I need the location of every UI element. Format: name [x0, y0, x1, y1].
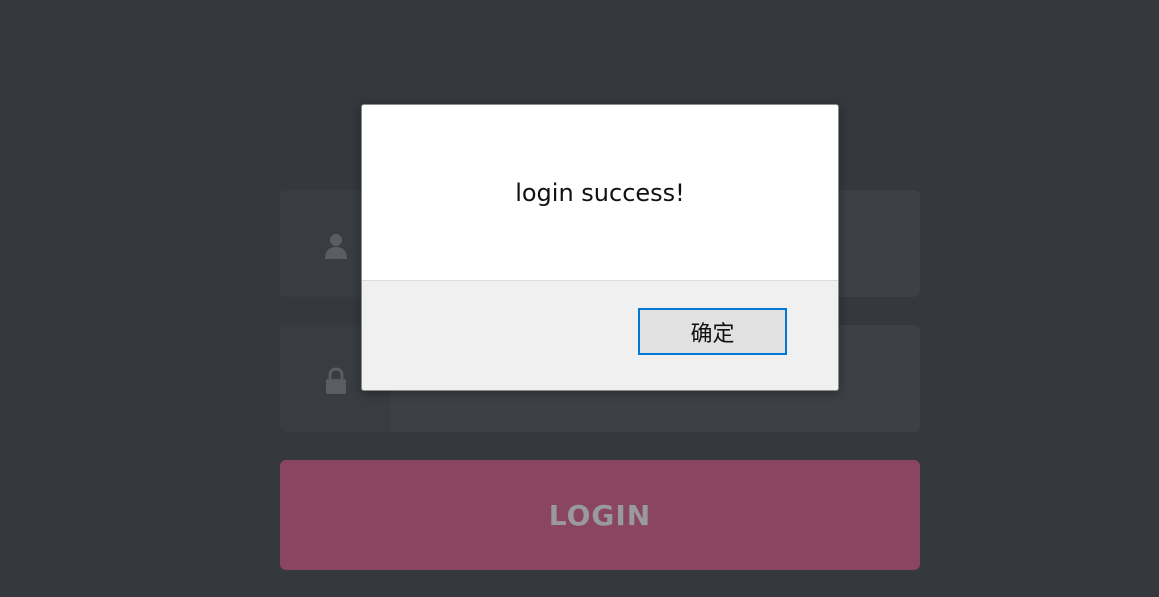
alert-body: login success! [362, 105, 838, 281]
login-button[interactable]: LOGIN [280, 460, 920, 570]
login-page: LOGIN login success! 确定 [0, 0, 1159, 597]
alert-footer: 确定 [362, 281, 838, 390]
alert-message: login success! [515, 179, 685, 207]
alert-dialog: login success! 确定 [361, 104, 839, 391]
lock-icon [326, 367, 346, 394]
user-icon [325, 234, 347, 259]
ok-button[interactable]: 确定 [638, 308, 787, 355]
